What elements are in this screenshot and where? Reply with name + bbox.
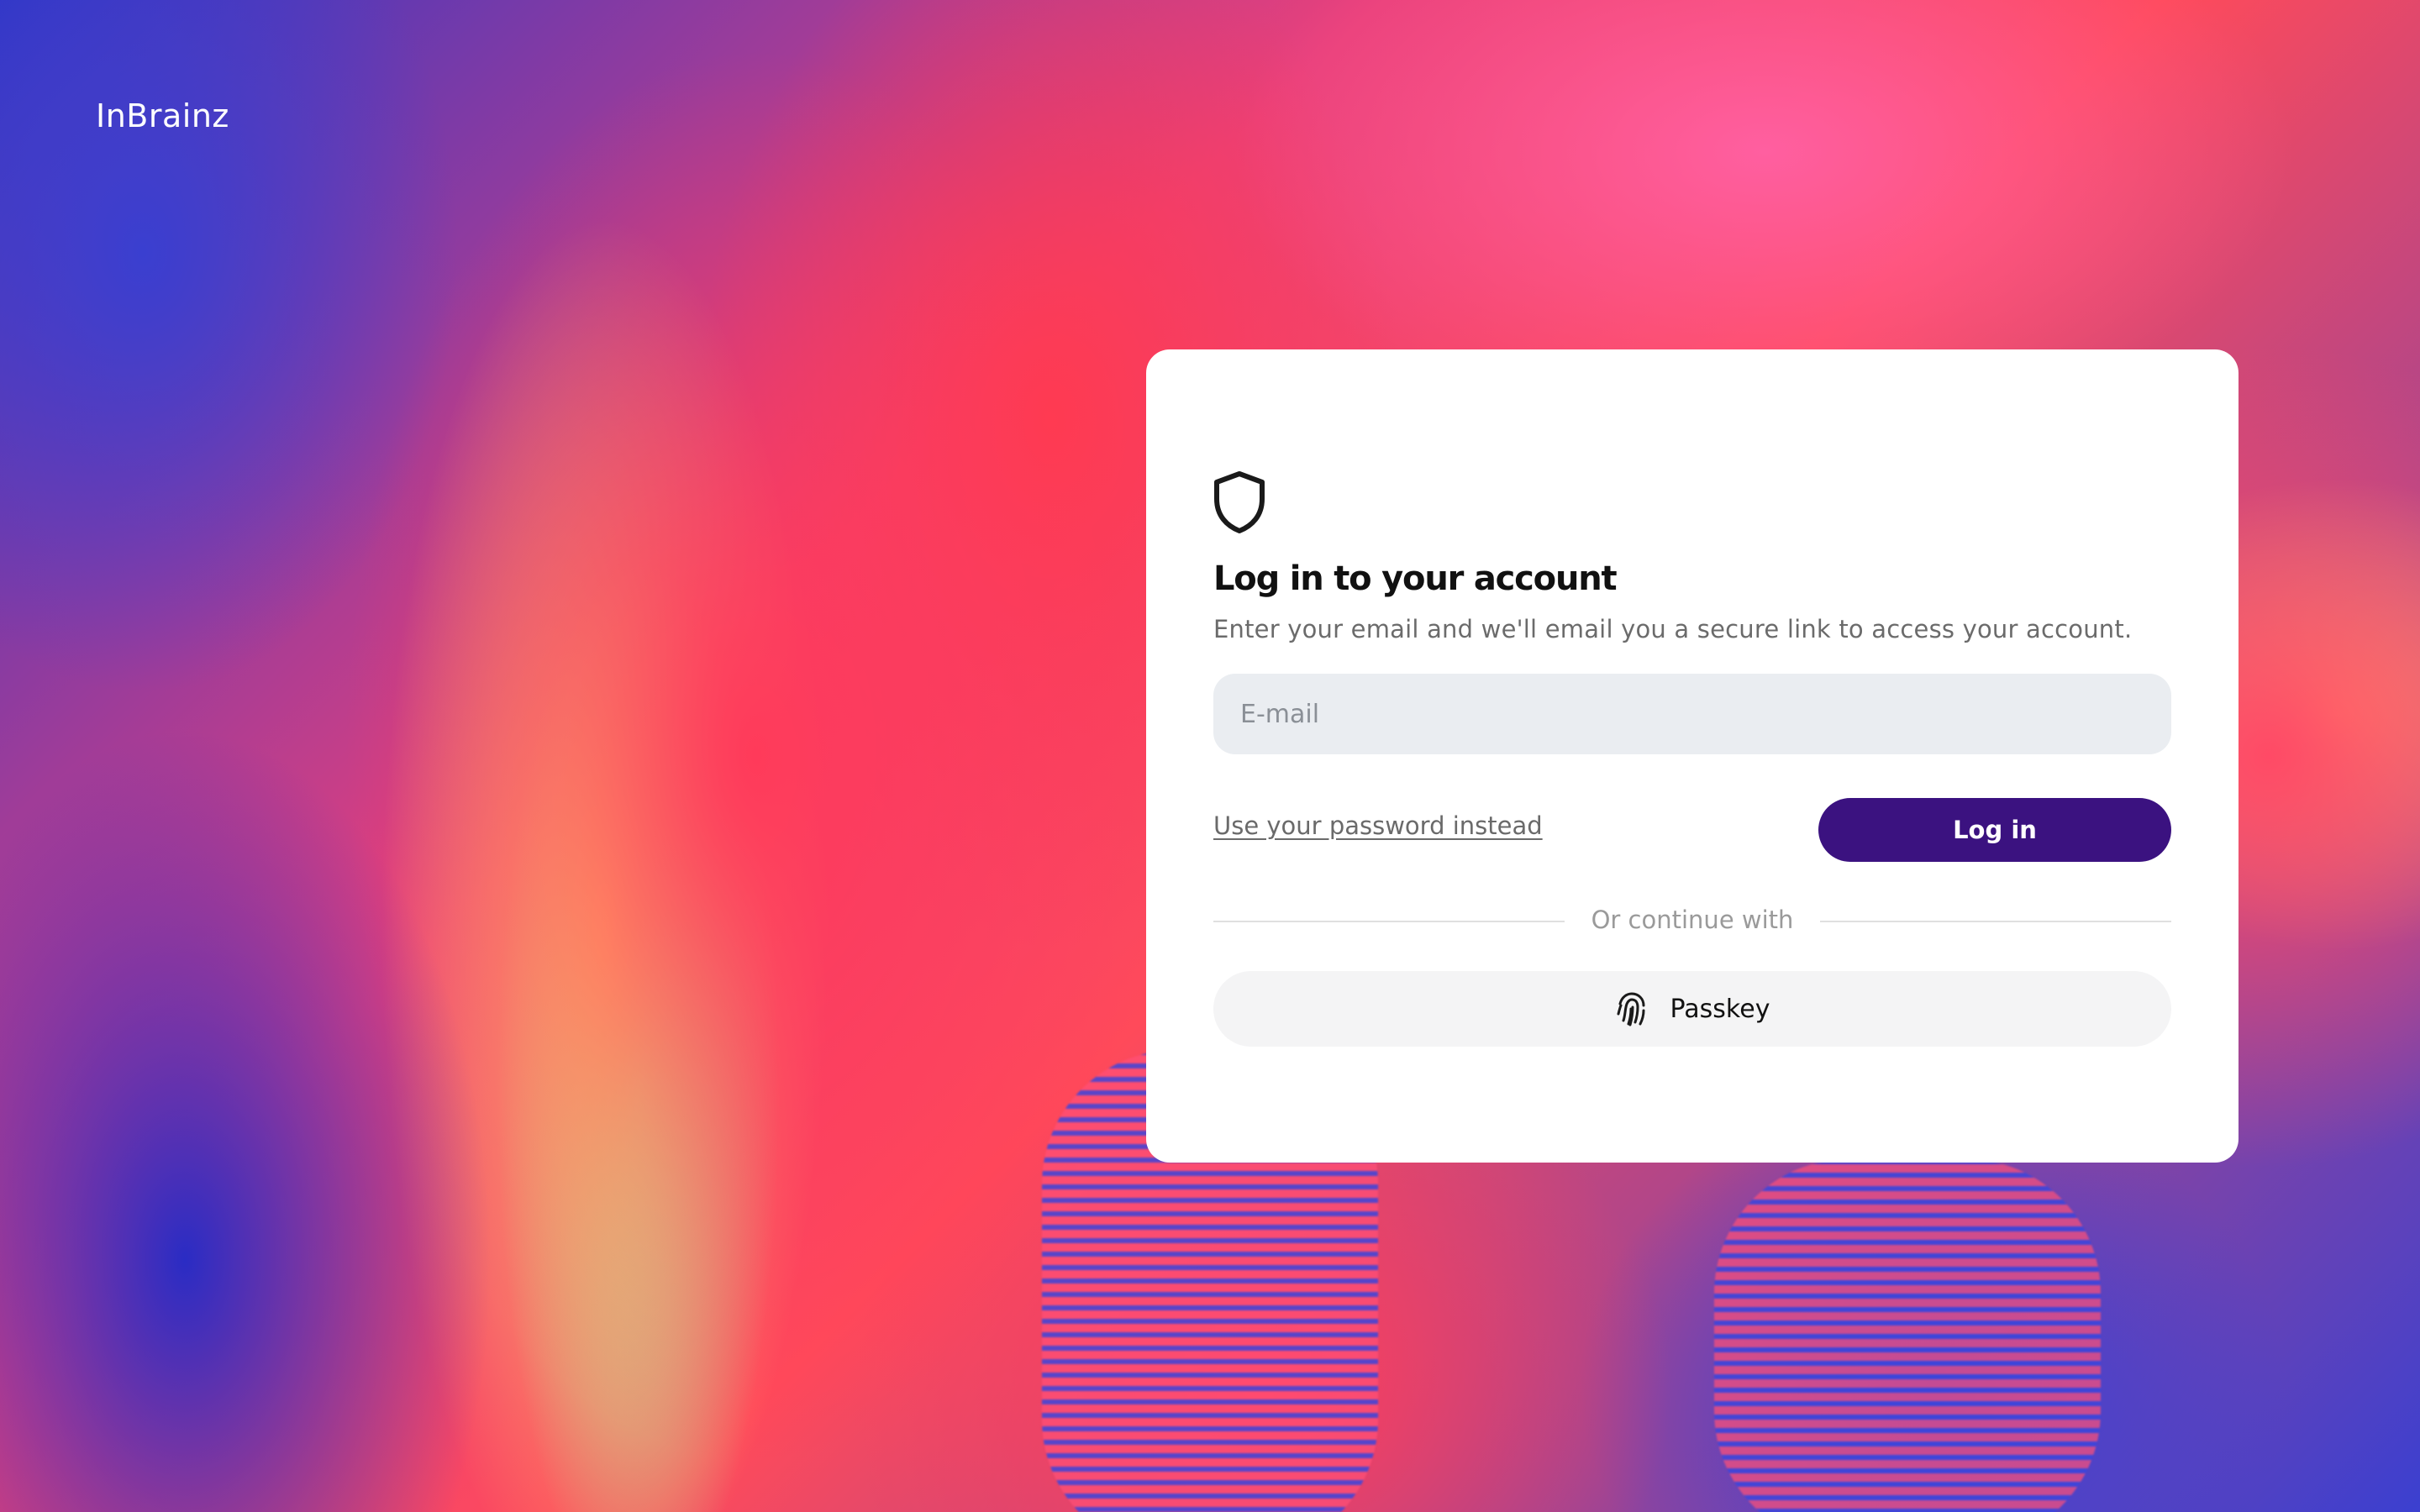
login-button[interactable]: Log in	[1818, 798, 2171, 862]
shield-icon	[1214, 471, 1265, 533]
brand-logo[interactable]: InBrainz	[96, 97, 229, 134]
passkey-button[interactable]: Passkey	[1213, 971, 2171, 1047]
divider-line	[1820, 921, 2171, 922]
login-card: Log in to your account Enter your email …	[1146, 349, 2238, 1163]
email-field[interactable]	[1213, 674, 2171, 754]
passkey-label: Passkey	[1670, 994, 1770, 1024]
divider-text: Or continue with	[1591, 906, 1794, 934]
page-title: Log in to your account	[1213, 559, 1618, 598]
use-password-link[interactable]: Use your password instead	[1213, 811, 1543, 840]
fingerprint-icon	[1617, 992, 1645, 1026]
background-stripes	[1714, 1159, 2101, 1512]
or-divider: Or continue with	[1213, 904, 2171, 937]
page-subtitle: Enter your email and we'll email you a s…	[1213, 615, 2133, 643]
